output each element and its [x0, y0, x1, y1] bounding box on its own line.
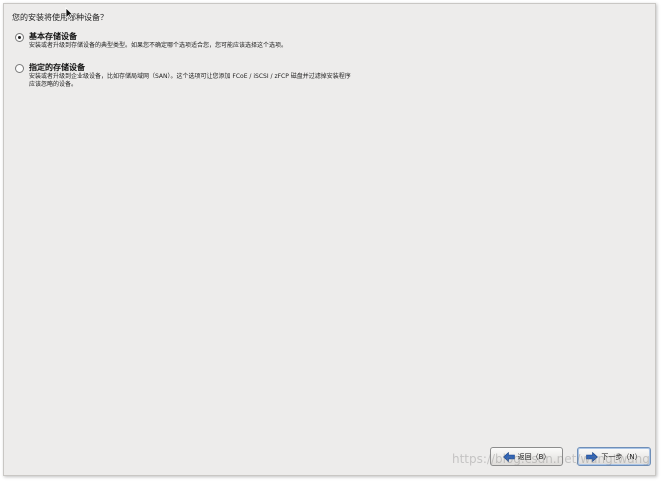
specialized-storage-radio[interactable]: [15, 64, 24, 73]
basic-storage-desc: 安装或者升级到存储设备的典型类型。如果您不确定哪个选项适合您，您可能应该选择这个…: [29, 42, 287, 50]
specialized-storage-desc-line-2: 应该忽略的设备。: [29, 81, 78, 88]
basic-storage-title: 基本存储设备: [29, 32, 77, 41]
watermark: https://blog.csdn.net/wangtwang: [452, 452, 650, 466]
storage-question: 您的安装将使用哪种设备？: [12, 13, 108, 22]
specialized-storage-desc: 安装或者升级到企业级设备，比如存储局域网（SAN）。这个选项可让您添加 FCoE…: [29, 73, 351, 89]
basic-storage-desc-line: 安装或者升级到存储设备的典型类型。如果您不确定哪个选项适合您，您可能应该选择这个…: [29, 42, 288, 49]
specialized-storage-title: 指定的存储设备: [29, 63, 85, 72]
specialized-storage-desc-line-1: 安装或者升级到企业级设备，比如存储局域网（SAN）。这个选项可让您添加 FCoE…: [29, 73, 351, 80]
mouse-cursor-icon: [65, 7, 74, 20]
basic-storage-radio[interactable]: [15, 33, 24, 42]
installer-window: 您的安装将使用哪种设备？ 基本存储设备 安装或者升级到存储设备的典型类型。如果您…: [3, 3, 656, 476]
